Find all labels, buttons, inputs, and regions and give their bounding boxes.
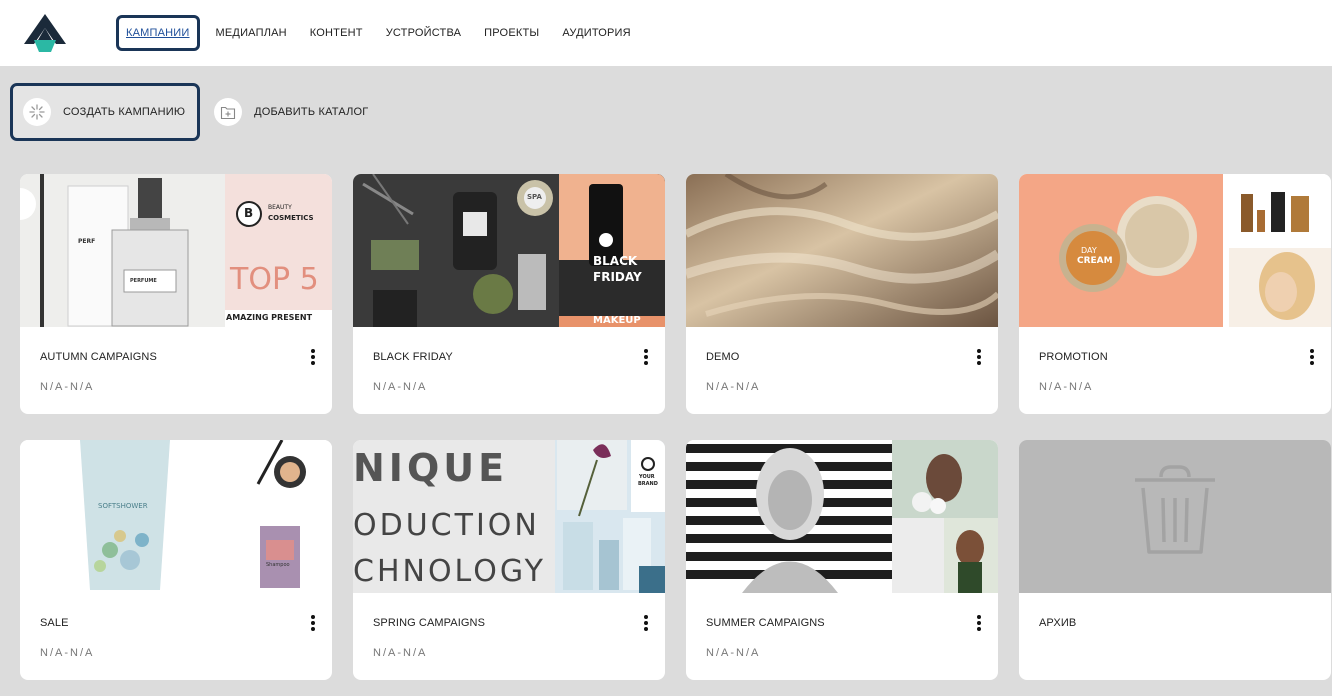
nav-tab-mediaplan[interactable]: МЕДИАПЛАН	[216, 27, 287, 39]
campaign-thumbnail	[686, 174, 998, 327]
thumbnail-text: DAY	[1081, 246, 1097, 255]
campaign-thumbnail: NIQUE ODUCTION CHNOLOGY YOUR BRAND	[353, 440, 665, 593]
campaign-dates: N/A-N/A	[706, 647, 761, 659]
thumbnail-text: CHNOLOGY	[353, 554, 546, 589]
kebab-menu-icon[interactable]	[974, 612, 984, 634]
thumbnail-text: BLACK	[593, 254, 638, 268]
kebab-menu-icon[interactable]	[974, 346, 984, 368]
thumbnail-text: FRIDAY	[593, 270, 642, 284]
campaign-title: SPRING CAMPAIGNS	[373, 617, 486, 629]
create-campaign-label: СОЗДАТЬ КАМПАНИЮ	[63, 106, 186, 118]
campaign-dates: N/A-N/A	[40, 381, 95, 393]
logo-icon[interactable]	[24, 14, 66, 52]
kebab-menu-icon[interactable]	[641, 612, 651, 634]
thumbnail-text: COSMETICS	[268, 214, 314, 222]
thumbnail-text: PERFUME	[130, 278, 157, 284]
thumbnail-text: YOUR	[639, 474, 655, 480]
thumbnail-text: AMAZING PRESENT	[226, 313, 313, 322]
campaign-card-spring[interactable]: NIQUE ODUCTION CHNOLOGY YOUR BRAND SPRIN…	[353, 440, 665, 680]
add-catalog-button[interactable]: ДОБАВИТЬ КАТАЛОГ	[214, 98, 368, 126]
campaign-card-promotion[interactable]: DAY CREAM PROMOTION N/A-N/A	[1019, 174, 1331, 414]
campaign-title: SUMMER CAMPAIGNS	[706, 617, 825, 629]
sparkle-icon	[23, 98, 51, 126]
archive-thumbnail	[1019, 440, 1331, 593]
thumbnail-text: CREAM	[1077, 256, 1113, 266]
campaign-title: PROMOTION	[1039, 351, 1108, 363]
campaign-card-black-friday[interactable]: SPA BLACK FRIDAY MAKEUP BLACK FRIDAY N/A…	[353, 174, 665, 414]
campaign-thumbnail: PERF PERFUME B BEAUTY COSMETICS TOP 5 AM…	[20, 174, 332, 327]
thumbnail-text: BEAUTY	[268, 204, 292, 211]
campaign-dates: N/A-N/A	[1039, 381, 1094, 393]
campaign-thumbnail: DAY CREAM	[1019, 174, 1331, 327]
campaign-card-sale[interactable]: SOFTSHOWER Shampoo SALE N/A-N/A	[20, 440, 332, 680]
thumbnail-text: MAKEUP	[593, 315, 641, 326]
thumbnail-text: SOFTSHOWER	[98, 502, 148, 510]
nav-tab-content[interactable]: КОНТЕНТ	[310, 27, 363, 39]
archive-card[interactable]: АРХИВ	[1019, 440, 1331, 680]
campaign-card-autumn[interactable]: PERF PERFUME B BEAUTY COSMETICS TOP 5 AM…	[20, 174, 332, 414]
kebab-menu-icon[interactable]	[308, 612, 318, 634]
main-nav: КАМПАНИИ МЕДИАПЛАН КОНТЕНТ УСТРОЙСТВА ПР…	[116, 14, 654, 52]
campaign-thumbnail: SPA BLACK FRIDAY MAKEUP	[353, 174, 665, 327]
thumbnail-text: Shampoo	[266, 562, 290, 568]
campaign-dates: N/A-N/A	[373, 381, 428, 393]
kebab-menu-icon[interactable]	[641, 346, 651, 368]
campaign-dates: N/A-N/A	[373, 647, 428, 659]
campaign-title: АРХИВ	[1039, 617, 1077, 629]
thumbnail-text: NIQUE	[353, 446, 509, 490]
nav-tab-audience[interactable]: АУДИТОРИЯ	[562, 27, 630, 39]
campaign-card-demo[interactable]: DEMO N/A-N/A	[686, 174, 998, 414]
nav-tab-projects[interactable]: ПРОЕКТЫ	[484, 27, 539, 39]
campaign-title: SALE	[40, 617, 69, 629]
add-catalog-label: ДОБАВИТЬ КАТАЛОГ	[254, 106, 369, 118]
nav-tab-devices[interactable]: УСТРОЙСТВА	[386, 27, 461, 39]
folder-plus-icon	[214, 98, 243, 126]
thumbnail-text: TOP 5	[230, 262, 319, 297]
kebab-menu-icon[interactable]	[308, 346, 318, 368]
thumbnail-text: ODUCTION	[353, 508, 540, 543]
campaign-title: DEMO	[706, 351, 740, 363]
trash-icon	[1135, 465, 1215, 554]
thumbnail-text: BRAND	[638, 481, 658, 487]
create-campaign-button[interactable]: СОЗДАТЬ КАМПАНИЮ	[10, 83, 201, 141]
campaign-toolbar: СОЗДАТЬ КАМПАНИЮ ДОБАВИТЬ КАТАЛОГ	[10, 83, 368, 141]
kebab-menu-icon[interactable]	[1307, 346, 1317, 368]
campaign-dates: N/A-N/A	[706, 381, 761, 393]
campaign-title: BLACK FRIDAY	[373, 351, 453, 363]
campaign-card-summer[interactable]: SUMMER CAMPAIGNS N/A-N/A	[686, 440, 998, 680]
campaign-title: AUTUMN CAMPAIGNS	[40, 351, 157, 363]
nav-tab-campaigns[interactable]: КАМПАНИИ	[116, 15, 200, 51]
top-header: КАМПАНИИ МЕДИАПЛАН КОНТЕНТ УСТРОЙСТВА ПР…	[0, 0, 1332, 66]
campaign-thumbnail	[686, 440, 998, 593]
thumbnail-text: PERF	[78, 238, 96, 245]
campaign-thumbnail: SOFTSHOWER Shampoo	[20, 440, 332, 593]
campaign-dates: N/A-N/A	[40, 647, 95, 659]
thumbnail-text: SPA	[527, 193, 542, 201]
thumbnail-text: B	[244, 206, 254, 220]
